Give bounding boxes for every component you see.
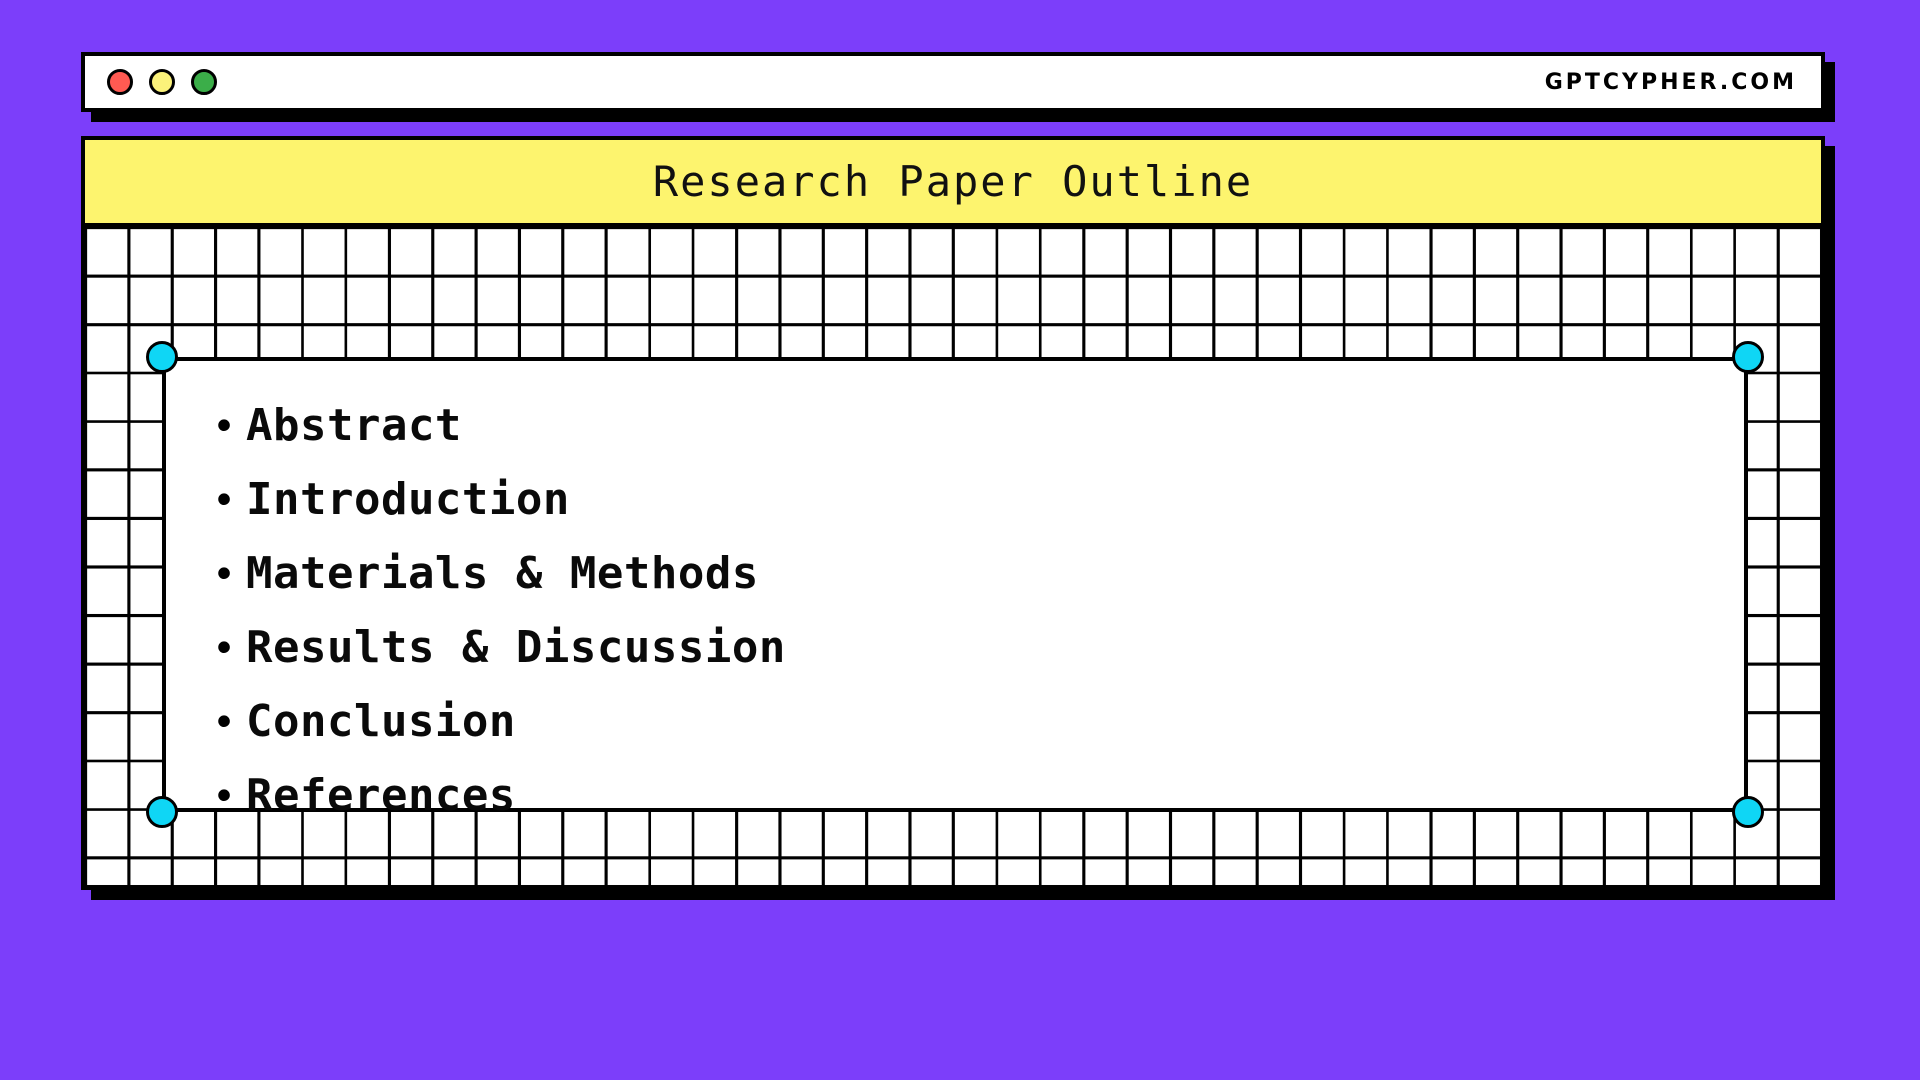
bullet-icon: • <box>212 774 237 820</box>
list-item[interactable]: • Materials & Methods <box>212 543 1704 605</box>
resize-handle-bottom-left[interactable] <box>146 796 178 828</box>
list-item-label: Materials & Methods <box>246 548 759 599</box>
traffic-lights <box>107 69 217 95</box>
list-item[interactable]: • References <box>212 765 1704 827</box>
bullet-icon: • <box>212 478 237 524</box>
browser-chrome-bar: GPTCYPHER.COM <box>81 52 1825 112</box>
screenshot-stage: GPTCYPHER.COM Research Paper Outline • A… <box>0 0 1920 1080</box>
resize-handle-bottom-right[interactable] <box>1732 796 1764 828</box>
list-item-label: Results & Discussion <box>246 622 786 673</box>
list-item[interactable]: • Results & Discussion <box>212 617 1704 679</box>
outline-list: • Abstract • Introduction • Materials & … <box>212 395 1704 827</box>
list-item-label: Introduction <box>246 474 570 525</box>
main-window: Research Paper Outline • Abstract • Intr… <box>81 136 1825 890</box>
bullet-icon: • <box>212 404 237 450</box>
resize-handle-top-left[interactable] <box>146 341 178 373</box>
site-url-label: GPTCYPHER.COM <box>1544 69 1797 95</box>
window-title-bar: Research Paper Outline <box>85 140 1821 227</box>
list-item-label: References <box>246 770 516 821</box>
bullet-icon: • <box>212 552 237 598</box>
content-sheet[interactable]: • Abstract • Introduction • Materials & … <box>162 357 1748 821</box>
list-item[interactable]: • Introduction <box>212 469 1704 531</box>
resize-handle-top-right[interactable] <box>1732 341 1764 373</box>
list-item[interactable]: • Conclusion <box>212 691 1704 753</box>
bullet-icon: • <box>212 700 237 746</box>
list-item-label: Conclusion <box>246 696 516 747</box>
page-title: Research Paper Outline <box>652 157 1254 206</box>
list-item-label: Abstract <box>246 400 462 451</box>
close-window-button[interactable] <box>107 69 133 95</box>
minimize-window-button[interactable] <box>149 69 175 95</box>
list-item[interactable]: • Abstract <box>212 395 1704 457</box>
maximize-window-button[interactable] <box>191 69 217 95</box>
bullet-icon: • <box>212 626 237 672</box>
graph-paper-canvas: • Abstract • Introduction • Materials & … <box>85 227 1821 886</box>
